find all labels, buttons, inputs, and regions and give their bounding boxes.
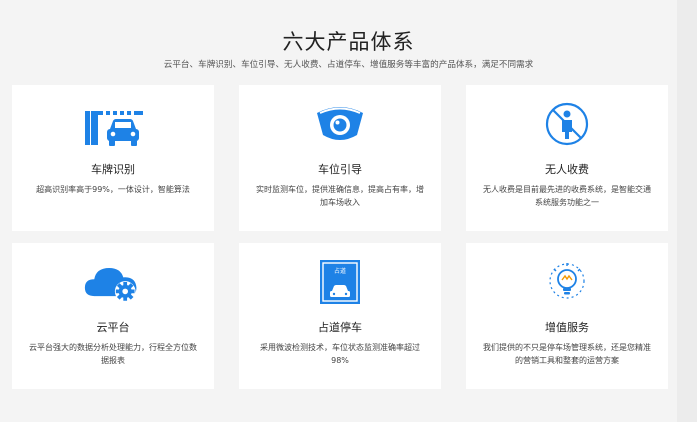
product-card-roadside-parking[interactable]: 占道 占道停车 采用微波检测技术，车位状态监测准确率超过98% bbox=[239, 243, 441, 389]
product-card-license-plate[interactable]: 车牌识别 超高识别率高于99%，一体设计，智能算法 bbox=[12, 85, 214, 231]
product-description: 超高识别率高于99%，一体设计，智能算法 bbox=[36, 185, 190, 194]
sign-label: 占道 bbox=[334, 267, 346, 275]
product-card-space-guidance[interactable]: 车位引导 实时监测车位，提供准确信息，提高占有率，增加车场收入 bbox=[239, 85, 441, 231]
product-description: 无人收费是目前最先进的收费系统，是智能交通系统服务功能之一 bbox=[483, 185, 651, 207]
lightbulb-icon bbox=[537, 257, 597, 307]
cloud-gear-icon bbox=[83, 257, 143, 307]
product-name: 云平台 bbox=[96, 321, 130, 334]
product-card-unmanned-toll[interactable]: 无人收费 无人收费是目前最先进的收费系统，是智能交通系统服务功能之一 bbox=[466, 85, 668, 231]
camera-icon bbox=[310, 99, 370, 149]
product-description: 采用微波检测技术，车位状态监测准确率超过98% bbox=[260, 343, 420, 365]
section-subtitle: 云平台、车牌识别、车位引导、无人收费、占道停车、增值服务等丰富的产品体系，满足不… bbox=[163, 60, 534, 70]
product-description: 云平台强大的数据分析处理能力，行程全方位数据报表 bbox=[29, 343, 197, 365]
roadside-parking-sign-icon: 占道 bbox=[310, 257, 370, 307]
product-name: 车位引导 bbox=[318, 163, 362, 176]
section-title: 六大产品体系 bbox=[282, 30, 415, 54]
product-description: 实时监测车位，提供准确信息，提高占有率，增加车场收入 bbox=[256, 185, 424, 207]
product-name: 车牌识别 bbox=[91, 163, 135, 176]
product-card-cloud-platform[interactable]: 云平台 云平台强大的数据分析处理能力，行程全方位数据报表 bbox=[12, 243, 214, 389]
no-person-icon bbox=[537, 99, 597, 149]
product-name: 占道停车 bbox=[318, 321, 362, 334]
parking-gate-car-icon bbox=[83, 99, 143, 149]
product-card-value-added[interactable]: 增值服务 我们提供的不只是停车场管理系统，还是您精准的营销工具和整套的运营方案 bbox=[466, 243, 668, 389]
product-name: 增值服务 bbox=[545, 321, 589, 334]
product-description: 我们提供的不只是停车场管理系统，还是您精准的营销工具和整套的运营方案 bbox=[483, 343, 651, 365]
product-name: 无人收费 bbox=[545, 163, 589, 176]
